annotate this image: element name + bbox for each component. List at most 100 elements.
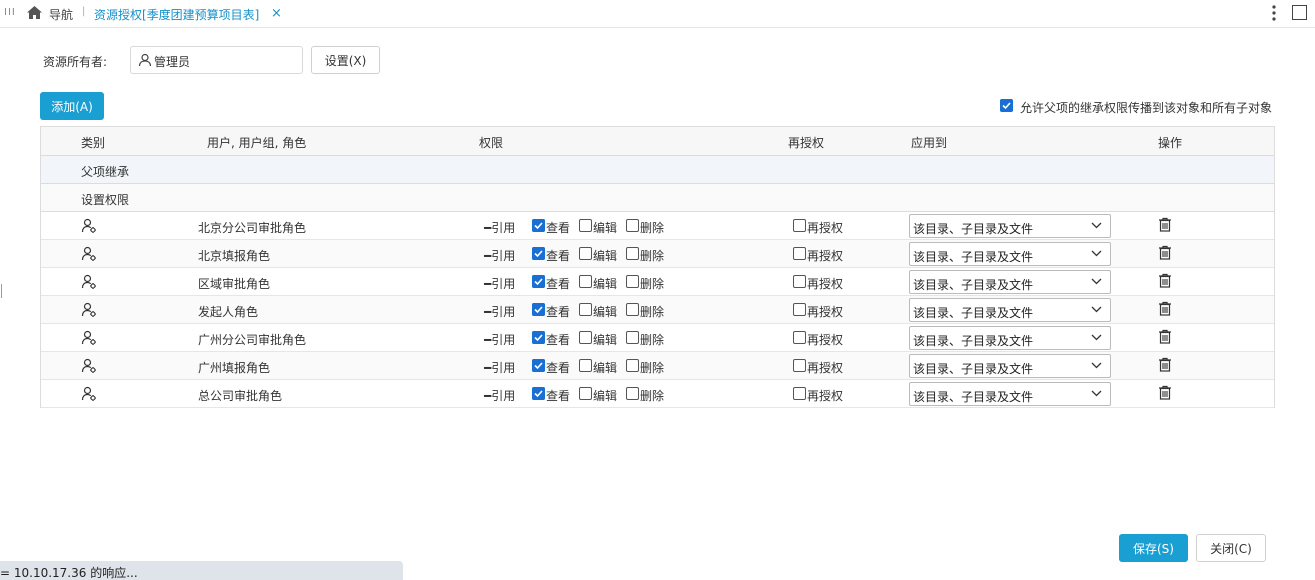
regrant-checkbox[interactable] [793,219,806,232]
regrant-label: 再授权 [807,249,844,263]
role-icon [81,386,97,405]
ref-label: ━引用 [484,277,516,291]
edit-checkbox[interactable] [579,387,592,400]
ref-label: ━引用 [484,221,516,235]
view-label: 查看 [546,221,571,235]
edit-label: 编辑 [593,389,618,403]
set-owner-button[interactable]: 设置(X) [311,46,380,74]
delete-checkbox[interactable] [626,275,639,288]
trash-icon[interactable] [1158,245,1172,263]
role-name: 总公司审批角色 [198,389,283,403]
trash-icon[interactable] [1158,357,1172,375]
role-icon [81,218,97,237]
ref-label: ━引用 [484,361,516,375]
edit-checkbox[interactable] [579,275,592,288]
nav-tab[interactable]: 导航 [49,6,73,23]
save-button[interactable]: 保存(S) [1119,534,1188,562]
tab-resource-auth[interactable]: 资源授权[季度团建预算项目表] [94,6,259,23]
apply-to-select[interactable]: 该目录、子目录及文件 [909,382,1111,406]
table-row[interactable]: 区域审批角色 ━引用 查看 编辑 删除 再授权 该目录、子目录及文件 [41,268,1274,296]
trash-icon[interactable] [1158,301,1172,319]
owner-label: 资源所有者: [43,55,108,69]
col-actions: 操作 [1158,136,1183,150]
add-button[interactable]: 添加(A) [40,92,104,120]
delete-label: 删除 [640,305,665,319]
group-inherited[interactable]: 父项继承 [41,156,1274,184]
apply-to-select[interactable]: 该目录、子目录及文件 [909,354,1111,378]
trash-icon[interactable] [1158,217,1172,235]
delete-checkbox[interactable] [626,359,639,372]
view-checkbox[interactable] [532,387,545,400]
apply-to-value: 该目录、子目录及文件 [913,334,1034,348]
top-tab-bar: III 导航 | 资源授权[季度团建预算项目表] × [0,0,1315,28]
role-icon [81,246,97,265]
edit-checkbox[interactable] [579,303,592,316]
apply-to-value: 该目录、子目录及文件 [913,278,1034,292]
edit-checkbox[interactable] [579,247,592,260]
delete-checkbox[interactable] [626,331,639,344]
table-row[interactable]: 北京分公司审批角色 ━引用 查看 编辑 删除 再授权 该目录、子目录及文件 [41,212,1274,240]
role-name: 北京填报角色 [198,249,271,263]
regrant-checkbox[interactable] [793,387,806,400]
regrant-label: 再授权 [807,305,844,319]
close-button[interactable]: 关闭(C) [1196,534,1266,562]
trash-icon[interactable] [1158,273,1172,291]
delete-checkbox[interactable] [626,219,639,232]
role-icon [81,358,97,377]
view-checkbox[interactable] [532,331,545,344]
regrant-checkbox[interactable] [793,275,806,288]
delete-checkbox[interactable] [626,303,639,316]
inherit-checkbox[interactable] [1000,99,1013,112]
col-apply-to: 应用到 [911,136,948,150]
regrant-checkbox[interactable] [793,247,806,260]
edit-checkbox[interactable] [579,359,592,372]
table-row[interactable]: 北京填报角色 ━引用 查看 编辑 删除 再授权 该目录、子目录及文件 [41,240,1274,268]
role-name: 发起人角色 [198,305,259,319]
delete-checkbox[interactable] [626,247,639,260]
view-label: 查看 [546,361,571,375]
col-category: 类别 [81,136,106,150]
apply-to-select[interactable]: 该目录、子目录及文件 [909,298,1111,322]
maximize-icon[interactable] [1292,5,1307,20]
role-icon [81,274,97,293]
regrant-checkbox[interactable] [793,359,806,372]
apply-to-value: 该目录、子目录及文件 [913,222,1034,236]
edit-label: 编辑 [593,277,618,291]
role-name: 北京分公司审批角色 [198,221,307,235]
delete-checkbox[interactable] [626,387,639,400]
more-vertical-icon[interactable] [1268,3,1280,23]
owner-input[interactable]: 管理员 [130,46,303,74]
resize-handle[interactable] [1,284,2,298]
resource-authorization-page: III 导航 | 资源授权[季度团建预算项目表] × 资源所有者: 管理员 设置… [0,0,1315,580]
tab-close-icon[interactable]: × [271,6,282,21]
table-row[interactable]: 广州分公司审批角色 ━引用 查看 编辑 删除 再授权 该目录、子目录及文件 [41,324,1274,352]
view-checkbox[interactable] [532,359,545,372]
table-header: 类别 用户, 用户组, 角色 权限 再授权 应用到 操作 [41,127,1274,156]
view-checkbox[interactable] [532,275,545,288]
role-icon [81,302,97,321]
edit-checkbox[interactable] [579,331,592,344]
apply-to-select[interactable]: 该目录、子目录及文件 [909,326,1111,350]
delete-label: 删除 [640,389,665,403]
group-set-permissions[interactable]: 设置权限 [41,184,1274,212]
view-checkbox[interactable] [532,303,545,316]
apply-to-select[interactable]: 该目录、子目录及文件 [909,214,1111,238]
view-checkbox[interactable] [532,219,545,232]
regrant-checkbox[interactable] [793,303,806,316]
trash-icon[interactable] [1158,329,1172,347]
regrant-checkbox[interactable] [793,331,806,344]
table-row[interactable]: 广州填报角色 ━引用 查看 编辑 删除 再授权 该目录、子目录及文件 [41,352,1274,380]
regrant-label: 再授权 [807,361,844,375]
view-checkbox[interactable] [532,247,545,260]
home-icon[interactable] [26,5,43,20]
apply-to-select[interactable]: 该目录、子目录及文件 [909,270,1111,294]
ref-label: ━引用 [484,305,516,319]
trash-icon[interactable] [1158,385,1172,403]
apply-to-select[interactable]: 该目录、子目录及文件 [909,242,1111,266]
edit-checkbox[interactable] [579,219,592,232]
table-row[interactable]: 发起人角色 ━引用 查看 编辑 删除 再授权 该目录、子目录及文件 [41,296,1274,324]
table-row[interactable]: 总公司审批角色 ━引用 查看 编辑 删除 再授权 该目录、子目录及文件 [41,380,1274,408]
edit-label: 编辑 [593,361,618,375]
view-label: 查看 [546,389,571,403]
menu-grip-icon[interactable]: III [4,7,16,18]
